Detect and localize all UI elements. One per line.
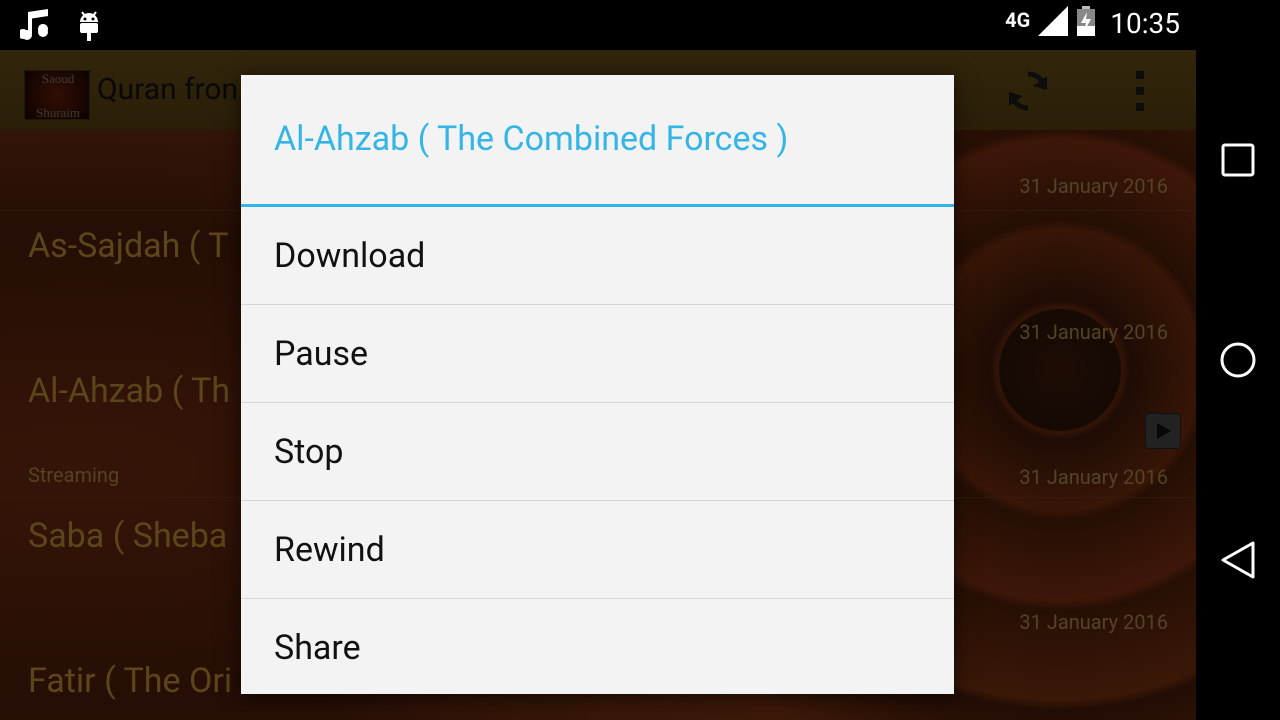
menu-item-share[interactable]: Share: [241, 599, 954, 696]
context-menu-dialog: Al-Ahzab ( The Combined Forces ) Downloa…: [241, 75, 954, 694]
signal-icon: [1038, 6, 1069, 40]
menu-item-stop[interactable]: Stop: [241, 403, 954, 500]
back-icon[interactable]: [1218, 540, 1258, 580]
android-debug-icon: [76, 8, 102, 46]
network-type: 4G: [1005, 8, 1031, 32]
menu-item-rewind[interactable]: Rewind: [241, 501, 954, 598]
clock: 10:35: [1110, 6, 1180, 40]
navigation-bar: [1196, 0, 1280, 720]
status-bar: 4G 10:35: [0, 0, 1196, 50]
recent-apps-icon[interactable]: [1218, 140, 1258, 180]
dialog-title: Al-Ahzab ( The Combined Forces ): [274, 119, 789, 159]
music-note-icon: [18, 8, 52, 46]
battery-charging-icon: [1076, 6, 1096, 40]
menu-item-pause[interactable]: Pause: [241, 305, 954, 402]
menu-item-download[interactable]: Download: [241, 207, 954, 304]
home-icon[interactable]: [1218, 340, 1258, 380]
